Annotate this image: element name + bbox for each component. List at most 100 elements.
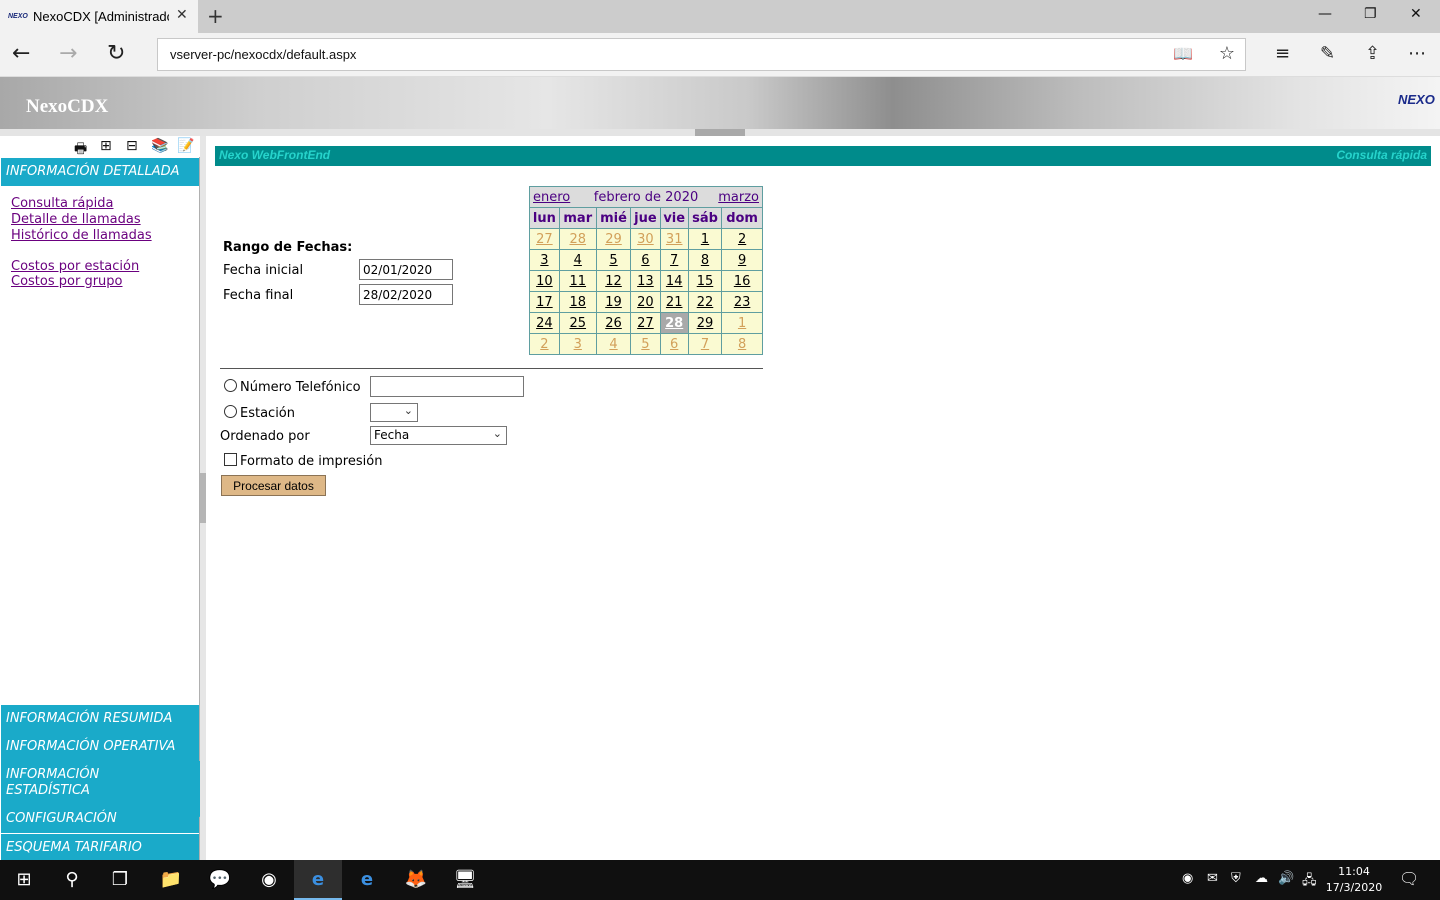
collapse-icon[interactable]: ⊟: [126, 138, 138, 154]
calendar-day[interactable]: 27: [630, 312, 661, 334]
mail-tray-icon[interactable]: ✉: [1207, 871, 1218, 886]
calendar-day[interactable]: 9: [721, 249, 763, 271]
reading-view-icon[interactable]: 📖: [1173, 44, 1193, 63]
address-bar[interactable]: vserver-pc/nexocdx/default.aspx 📖 ☆: [157, 38, 1246, 71]
calendar-day[interactable]: 17: [529, 291, 560, 313]
end-date-input[interactable]: [359, 284, 453, 305]
calendar-day[interactable]: 3: [529, 249, 560, 271]
start-button-icon[interactable]: ⊞: [0, 860, 48, 900]
calendar-day[interactable]: 16: [721, 270, 763, 292]
forward-button[interactable]: →: [59, 41, 77, 66]
volume-tray-icon[interactable]: 🔊: [1278, 871, 1294, 886]
section-informacion-detallada[interactable]: INFORMACIÓN DETALLADA: [1, 158, 199, 187]
calendar-day[interactable]: 19: [595, 291, 632, 313]
edge-icon[interactable]: e: [294, 860, 342, 900]
calendar-day[interactable]: 1: [687, 228, 723, 250]
calendar-other-month-day[interactable]: 3: [558, 333, 597, 355]
file-explorer-icon[interactable]: 📁: [147, 860, 195, 900]
calendar-day[interactable]: 26: [595, 312, 632, 334]
back-button[interactable]: ←: [12, 41, 30, 66]
firefox-icon[interactable]: 🦊: [392, 860, 440, 900]
teamviewer-tray-icon[interactable]: ◉: [1182, 871, 1193, 886]
calendar-other-month-day[interactable]: 6: [659, 333, 689, 355]
calendar-other-month-day[interactable]: 1: [721, 312, 763, 334]
calendar-day[interactable]: 2: [721, 228, 763, 250]
remote-desktop-icon[interactable]: 🖥: [441, 860, 489, 900]
header-splitter-grip[interactable]: [695, 129, 745, 136]
calendar-day[interactable]: 22: [687, 291, 723, 313]
order-by-select[interactable]: Fecha ⌄: [370, 426, 507, 445]
phone-number-radio[interactable]: [224, 379, 237, 392]
calendar-other-month-day[interactable]: 28: [558, 228, 597, 250]
station-select[interactable]: ⌄: [370, 403, 418, 422]
calendar-other-month-day[interactable]: 4: [595, 333, 632, 355]
close-tab-icon[interactable]: ✕: [176, 7, 188, 23]
calendar-day[interactable]: 29: [687, 312, 723, 334]
onedrive-tray-icon[interactable]: ☁: [1255, 871, 1268, 886]
calendar-day[interactable]: 23: [721, 291, 763, 313]
calendar-day[interactable]: 11: [558, 270, 597, 292]
section-informacion-operativa[interactable]: INFORMACIÓN OPERATIVA: [1, 733, 199, 762]
minimize-window-button[interactable]: —: [1318, 6, 1332, 22]
internet-explorer-icon[interactable]: e: [343, 860, 391, 900]
share-icon[interactable]: ⇪: [1365, 43, 1380, 64]
network-tray-icon[interactable]: 🖧: [1302, 871, 1317, 893]
maximize-window-button[interactable]: ❐: [1364, 6, 1377, 22]
link-costos-por-estacion[interactable]: Costos por estación: [11, 259, 139, 274]
section-esquema-tarifario[interactable]: ESQUEMA TARIFARIO: [1, 834, 199, 863]
favorite-star-icon[interactable]: ☆: [1219, 43, 1235, 64]
calendar-day[interactable]: 4: [558, 249, 597, 271]
calendar-day[interactable]: 20: [630, 291, 661, 313]
calendar-other-month-day[interactable]: 8: [721, 333, 763, 355]
calendar-other-month-day[interactable]: 2: [529, 333, 560, 355]
security-tray-icon[interactable]: ⛨: [1231, 871, 1241, 886]
calendar-selected-day[interactable]: 28: [659, 312, 689, 334]
system-clock[interactable]: 11:04 17/3/2020: [1322, 864, 1386, 896]
link-detalle-de-llamadas[interactable]: Detalle de llamadas: [11, 212, 141, 227]
task-view-icon[interactable]: ❐: [96, 860, 144, 900]
calendar-day[interactable]: 21: [659, 291, 689, 313]
calendar-other-month-day[interactable]: 31: [659, 228, 689, 250]
link-costos-por-grupo[interactable]: Costos por grupo: [11, 274, 122, 289]
section-configuracion[interactable]: CONFIGURACIÓN: [1, 805, 199, 834]
phone-number-input[interactable]: [370, 376, 524, 397]
notifications-icon[interactable]: 🗨: [1399, 869, 1419, 888]
books-icon[interactable]: 📚: [151, 138, 168, 154]
link-consulta-rapida[interactable]: Consulta rápida: [11, 196, 113, 211]
more-options-icon[interactable]: ⋯: [1408, 43, 1426, 64]
refresh-button[interactable]: ↻: [107, 41, 125, 66]
calendar-day[interactable]: 24: [529, 312, 560, 334]
calendar-day[interactable]: 6: [630, 249, 661, 271]
calendar-day[interactable]: 7: [659, 249, 689, 271]
process-data-button[interactable]: Procesar datos: [221, 475, 326, 496]
expand-icon[interactable]: ⊞: [100, 138, 112, 154]
link-historico-de-llamadas[interactable]: Histórico de llamadas: [11, 228, 152, 243]
web-note-icon[interactable]: ✎: [1320, 43, 1335, 64]
calendar-other-month-day[interactable]: 27: [529, 228, 560, 250]
new-tab-button[interactable]: +: [207, 4, 224, 28]
calendar-day[interactable]: 8: [687, 249, 723, 271]
calendar-day[interactable]: 14: [659, 270, 689, 292]
header-splitter[interactable]: [0, 129, 1440, 136]
calendar-day[interactable]: 5: [595, 249, 632, 271]
close-window-button[interactable]: ✕: [1410, 6, 1422, 22]
chrome-icon[interactable]: ◉: [245, 860, 293, 900]
calendar-prev-month-link[interactable]: enero: [533, 190, 570, 205]
hub-icon[interactable]: ≡: [1275, 43, 1290, 64]
calendar-day[interactable]: 25: [558, 312, 597, 334]
messaging-app-icon[interactable]: 💬: [196, 860, 244, 900]
calendar-other-month-day[interactable]: 5: [630, 333, 661, 355]
start-date-input[interactable]: [359, 259, 453, 280]
browser-tab[interactable]: NEXO NexoCDX [Administrador] ✕: [0, 0, 198, 33]
calendar-day[interactable]: 13: [630, 270, 661, 292]
search-icon[interactable]: ⚲: [48, 860, 96, 900]
calendar-day[interactable]: 18: [558, 291, 597, 313]
calendar-other-month-day[interactable]: 7: [687, 333, 723, 355]
calendar-other-month-day[interactable]: 29: [595, 228, 632, 250]
calendar-day[interactable]: 15: [687, 270, 723, 292]
calendar-day[interactable]: 12: [595, 270, 632, 292]
section-informacion-resumida[interactable]: INFORMACIÓN RESUMIDA: [1, 705, 199, 734]
print-format-checkbox[interactable]: [224, 453, 237, 466]
calendar-next-month-link[interactable]: marzo: [718, 190, 759, 205]
calendar-day[interactable]: 10: [529, 270, 560, 292]
